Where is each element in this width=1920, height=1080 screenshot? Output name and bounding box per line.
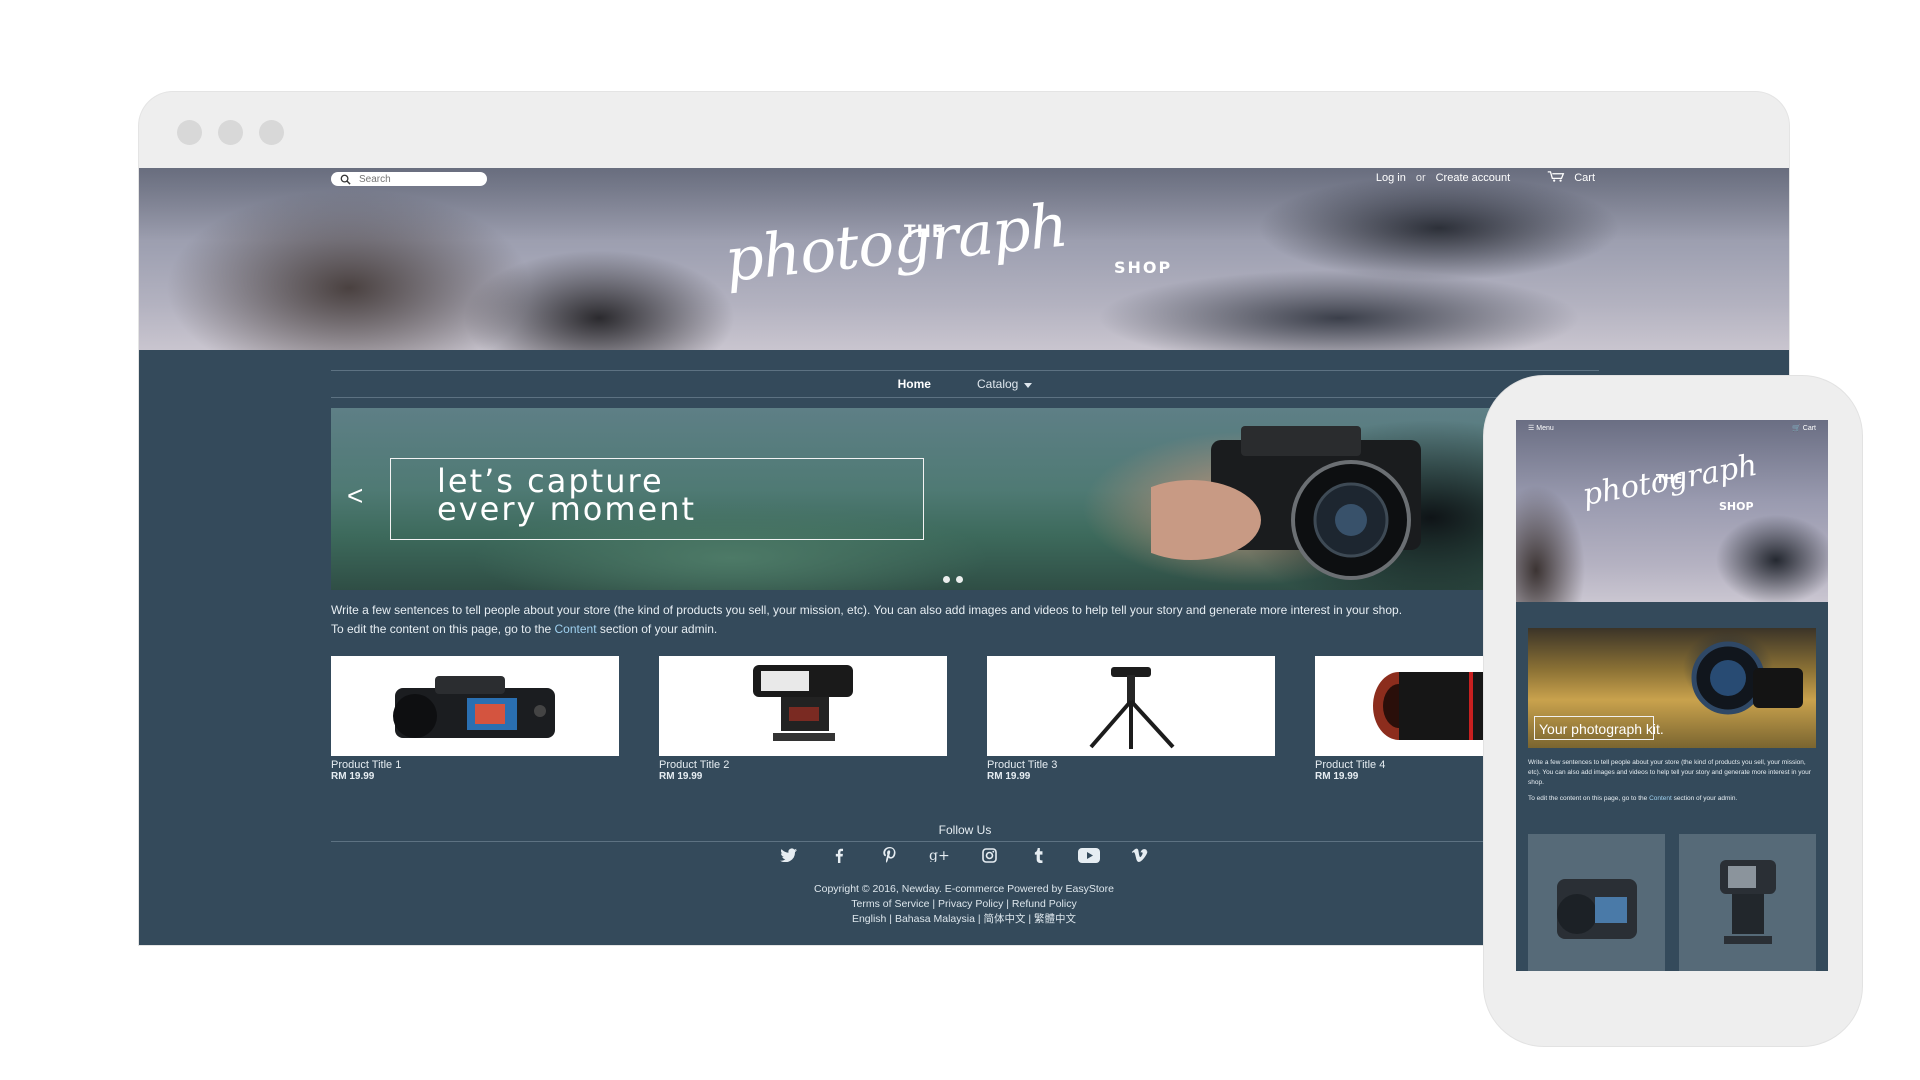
camera-flash-icon xyxy=(1719,860,1776,944)
product-card[interactable]: Product Title 3 RM 19.99 xyxy=(987,656,1275,782)
youtube-icon[interactable] xyxy=(1078,847,1100,863)
account-links: Log in or Create account Cart xyxy=(1376,171,1595,185)
slide-camera-graphic xyxy=(1151,426,1421,580)
slide-pager xyxy=(943,576,963,583)
mobile-product-grid xyxy=(1528,834,1816,971)
content-link[interactable]: Content xyxy=(555,622,597,636)
store-intro: Write a few sentences to tell people abo… xyxy=(331,603,1599,641)
nav-catalog-label: Catalog xyxy=(976,377,1019,391)
window-minimize-dot[interactable] xyxy=(218,120,243,145)
camera-flash-icon xyxy=(753,665,853,741)
nav-catalog[interactable]: Catalog xyxy=(976,377,1033,391)
tumblr-icon[interactable] xyxy=(1028,847,1050,863)
intro-edit-note: To edit the content on this page, go to … xyxy=(331,622,718,636)
search-box[interactable] xyxy=(331,172,487,186)
slide-dot-2[interactable] xyxy=(956,576,963,583)
mobile-intro-edit-note: To edit the content on this page, go to … xyxy=(1528,795,1738,802)
login-link[interactable]: Log in xyxy=(1376,172,1406,184)
mobile-product-card[interactable] xyxy=(1679,834,1816,971)
mobile-slide-caption: Your photograph kit. xyxy=(1534,716,1664,740)
google-plus-icon[interactable]: g+ xyxy=(928,847,950,863)
cart-link[interactable]: Cart xyxy=(1546,171,1595,185)
mobile-intro-paragraph: Write a few sentences to tell people abo… xyxy=(1528,759,1811,786)
mobile-cart-label: Cart xyxy=(1802,425,1816,432)
product-price: RM 19.99 xyxy=(987,771,1031,782)
pinterest-icon[interactable] xyxy=(878,847,900,863)
product-price: RM 19.99 xyxy=(659,771,703,782)
create-account-link[interactable]: Create account xyxy=(1436,172,1511,184)
main-nav: Home Catalog xyxy=(331,370,1599,398)
svg-text:g+: g+ xyxy=(929,848,949,862)
mobile-menu-label: Menu xyxy=(1536,425,1554,432)
mobile-hero-banner: ☰ Menu 🛒 Cart THE photograph SHOP xyxy=(1516,420,1828,602)
mobile-content-link[interactable]: Content xyxy=(1649,795,1672,802)
search-icon[interactable] xyxy=(337,172,353,186)
search-input[interactable] xyxy=(353,173,469,185)
mobile-device-frame: ☰ Menu 🛒 Cart THE photograph SHOP Your p… xyxy=(1484,376,1862,1046)
product-title[interactable]: Product Title 1 xyxy=(331,759,619,771)
hero-banner: Log in or Create account Cart THE photog… xyxy=(139,168,1789,350)
slide-dot-1[interactable] xyxy=(943,576,950,583)
mobile-screen: ☰ Menu 🛒 Cart THE photograph SHOP Your p… xyxy=(1516,420,1828,971)
mobile-logo-shop: SHOP xyxy=(1719,500,1754,513)
nav-home[interactable]: Home xyxy=(898,377,931,391)
vimeo-icon[interactable] xyxy=(1128,847,1150,863)
facebook-icon[interactable] xyxy=(828,847,850,863)
cart-label: Cart xyxy=(1574,172,1595,184)
product-title[interactable]: Product Title 3 xyxy=(987,759,1275,771)
product-card[interactable]: Product Title 1 RM 19.99 xyxy=(331,656,619,782)
twitter-icon[interactable] xyxy=(778,847,800,863)
instagram-icon[interactable] xyxy=(978,847,1000,863)
or-separator: or xyxy=(1415,172,1426,184)
product-price: RM 19.99 xyxy=(331,771,375,782)
hamburger-icon: ☰ xyxy=(1528,425,1535,432)
follow-us-heading: Follow Us xyxy=(938,823,992,837)
logo-shop: SHOP xyxy=(1114,258,1173,277)
window-close-dot[interactable] xyxy=(177,120,202,145)
cart-icon xyxy=(1546,171,1566,185)
product-image[interactable] xyxy=(659,656,947,756)
mobile-store-intro: Write a few sentences to tell people abo… xyxy=(1528,758,1816,810)
mobile-product-card[interactable] xyxy=(1528,834,1665,971)
intro-paragraph: Write a few sentences to tell people abo… xyxy=(331,603,1403,617)
store-logo[interactable]: THE photograph SHOP xyxy=(719,190,1239,316)
cart-icon: 🛒 xyxy=(1792,425,1801,432)
dslr-camera-icon xyxy=(1556,879,1637,939)
tripod-icon xyxy=(1089,667,1175,749)
product-image[interactable] xyxy=(331,656,619,756)
mobile-slideshow[interactable]: Your photograph kit. xyxy=(1528,628,1816,748)
product-card[interactable]: Product Title 2 RM 19.99 xyxy=(659,656,947,782)
window-controls xyxy=(177,120,284,145)
product-title[interactable]: Product Title 2 xyxy=(659,759,947,771)
mobile-menu-button[interactable]: ☰ Menu xyxy=(1528,424,1554,432)
window-maximize-dot[interactable] xyxy=(259,120,284,145)
slide-caption-box: let’s capture every moment xyxy=(390,458,924,540)
product-grid: Product Title 1 RM 19.99 Product Title 2… xyxy=(331,656,1603,782)
mobile-cart-button[interactable]: 🛒 Cart xyxy=(1792,424,1816,432)
slide-prev-arrow[interactable]: < xyxy=(347,480,363,512)
footer-divider xyxy=(331,841,1599,842)
product-image[interactable] xyxy=(987,656,1275,756)
mobile-store-logo[interactable]: THE photograph SHOP xyxy=(1580,448,1766,550)
hero-slideshow[interactable]: < let’s capture every moment xyxy=(331,408,1599,590)
mobile-top-bar: ☰ Menu 🛒 Cart xyxy=(1516,424,1828,432)
slide-caption-line2: every moment xyxy=(437,490,697,528)
caret-down-icon xyxy=(1024,377,1033,391)
dslr-camera-icon xyxy=(393,676,555,738)
